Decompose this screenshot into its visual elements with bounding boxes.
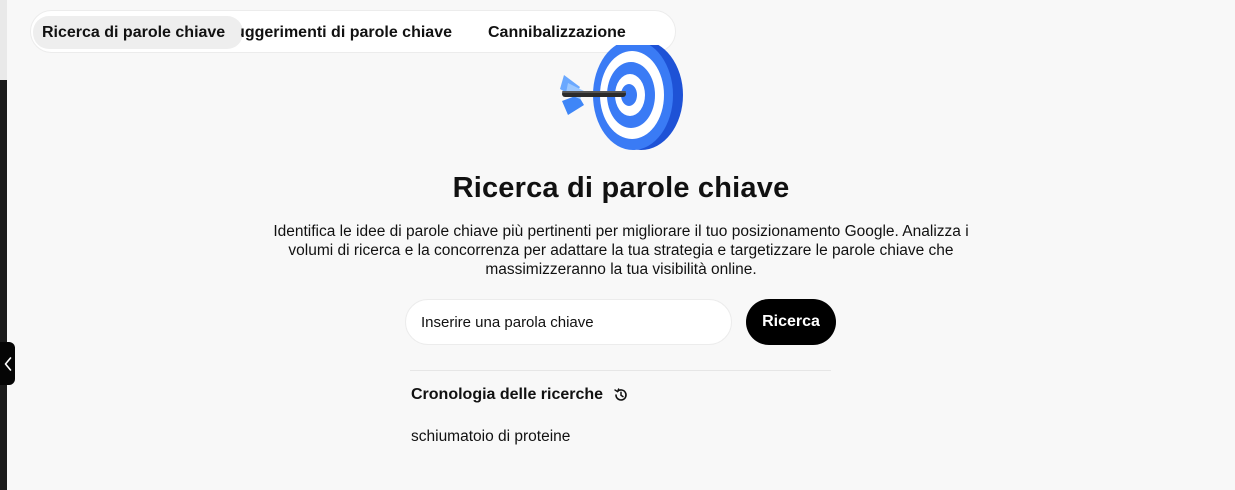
sidebar-edge-top <box>0 0 7 80</box>
search-history-header: Cronologia delle ricerche <box>411 386 629 404</box>
search-button[interactable]: Ricerca <box>746 299 836 345</box>
sidebar-toggle-button[interactable] <box>0 342 15 385</box>
page-title: Ricerca di parole chiave <box>452 172 790 204</box>
tab-keyword-research[interactable]: Ricerca di parole chiave <box>33 16 243 49</box>
page-description: Identifica le idee di parole chiave più … <box>273 223 969 278</box>
divider <box>410 370 831 371</box>
chevron-left-icon <box>4 356 11 371</box>
sidebar-edge <box>0 0 7 490</box>
keyword-search-input[interactable] <box>405 299 732 345</box>
search-history-title: Cronologia delle ricerche <box>411 386 604 403</box>
history-icon <box>614 388 627 401</box>
history-item[interactable]: schiumatoio di proteine <box>411 428 570 446</box>
target-with-arrow-icon <box>560 45 683 150</box>
tab-keyword-suggestions[interactable]: Suggerimenti di parole chiave <box>241 16 456 49</box>
tab-keyword-suggestions-label: Suggerimenti di parole chiave <box>241 24 452 41</box>
